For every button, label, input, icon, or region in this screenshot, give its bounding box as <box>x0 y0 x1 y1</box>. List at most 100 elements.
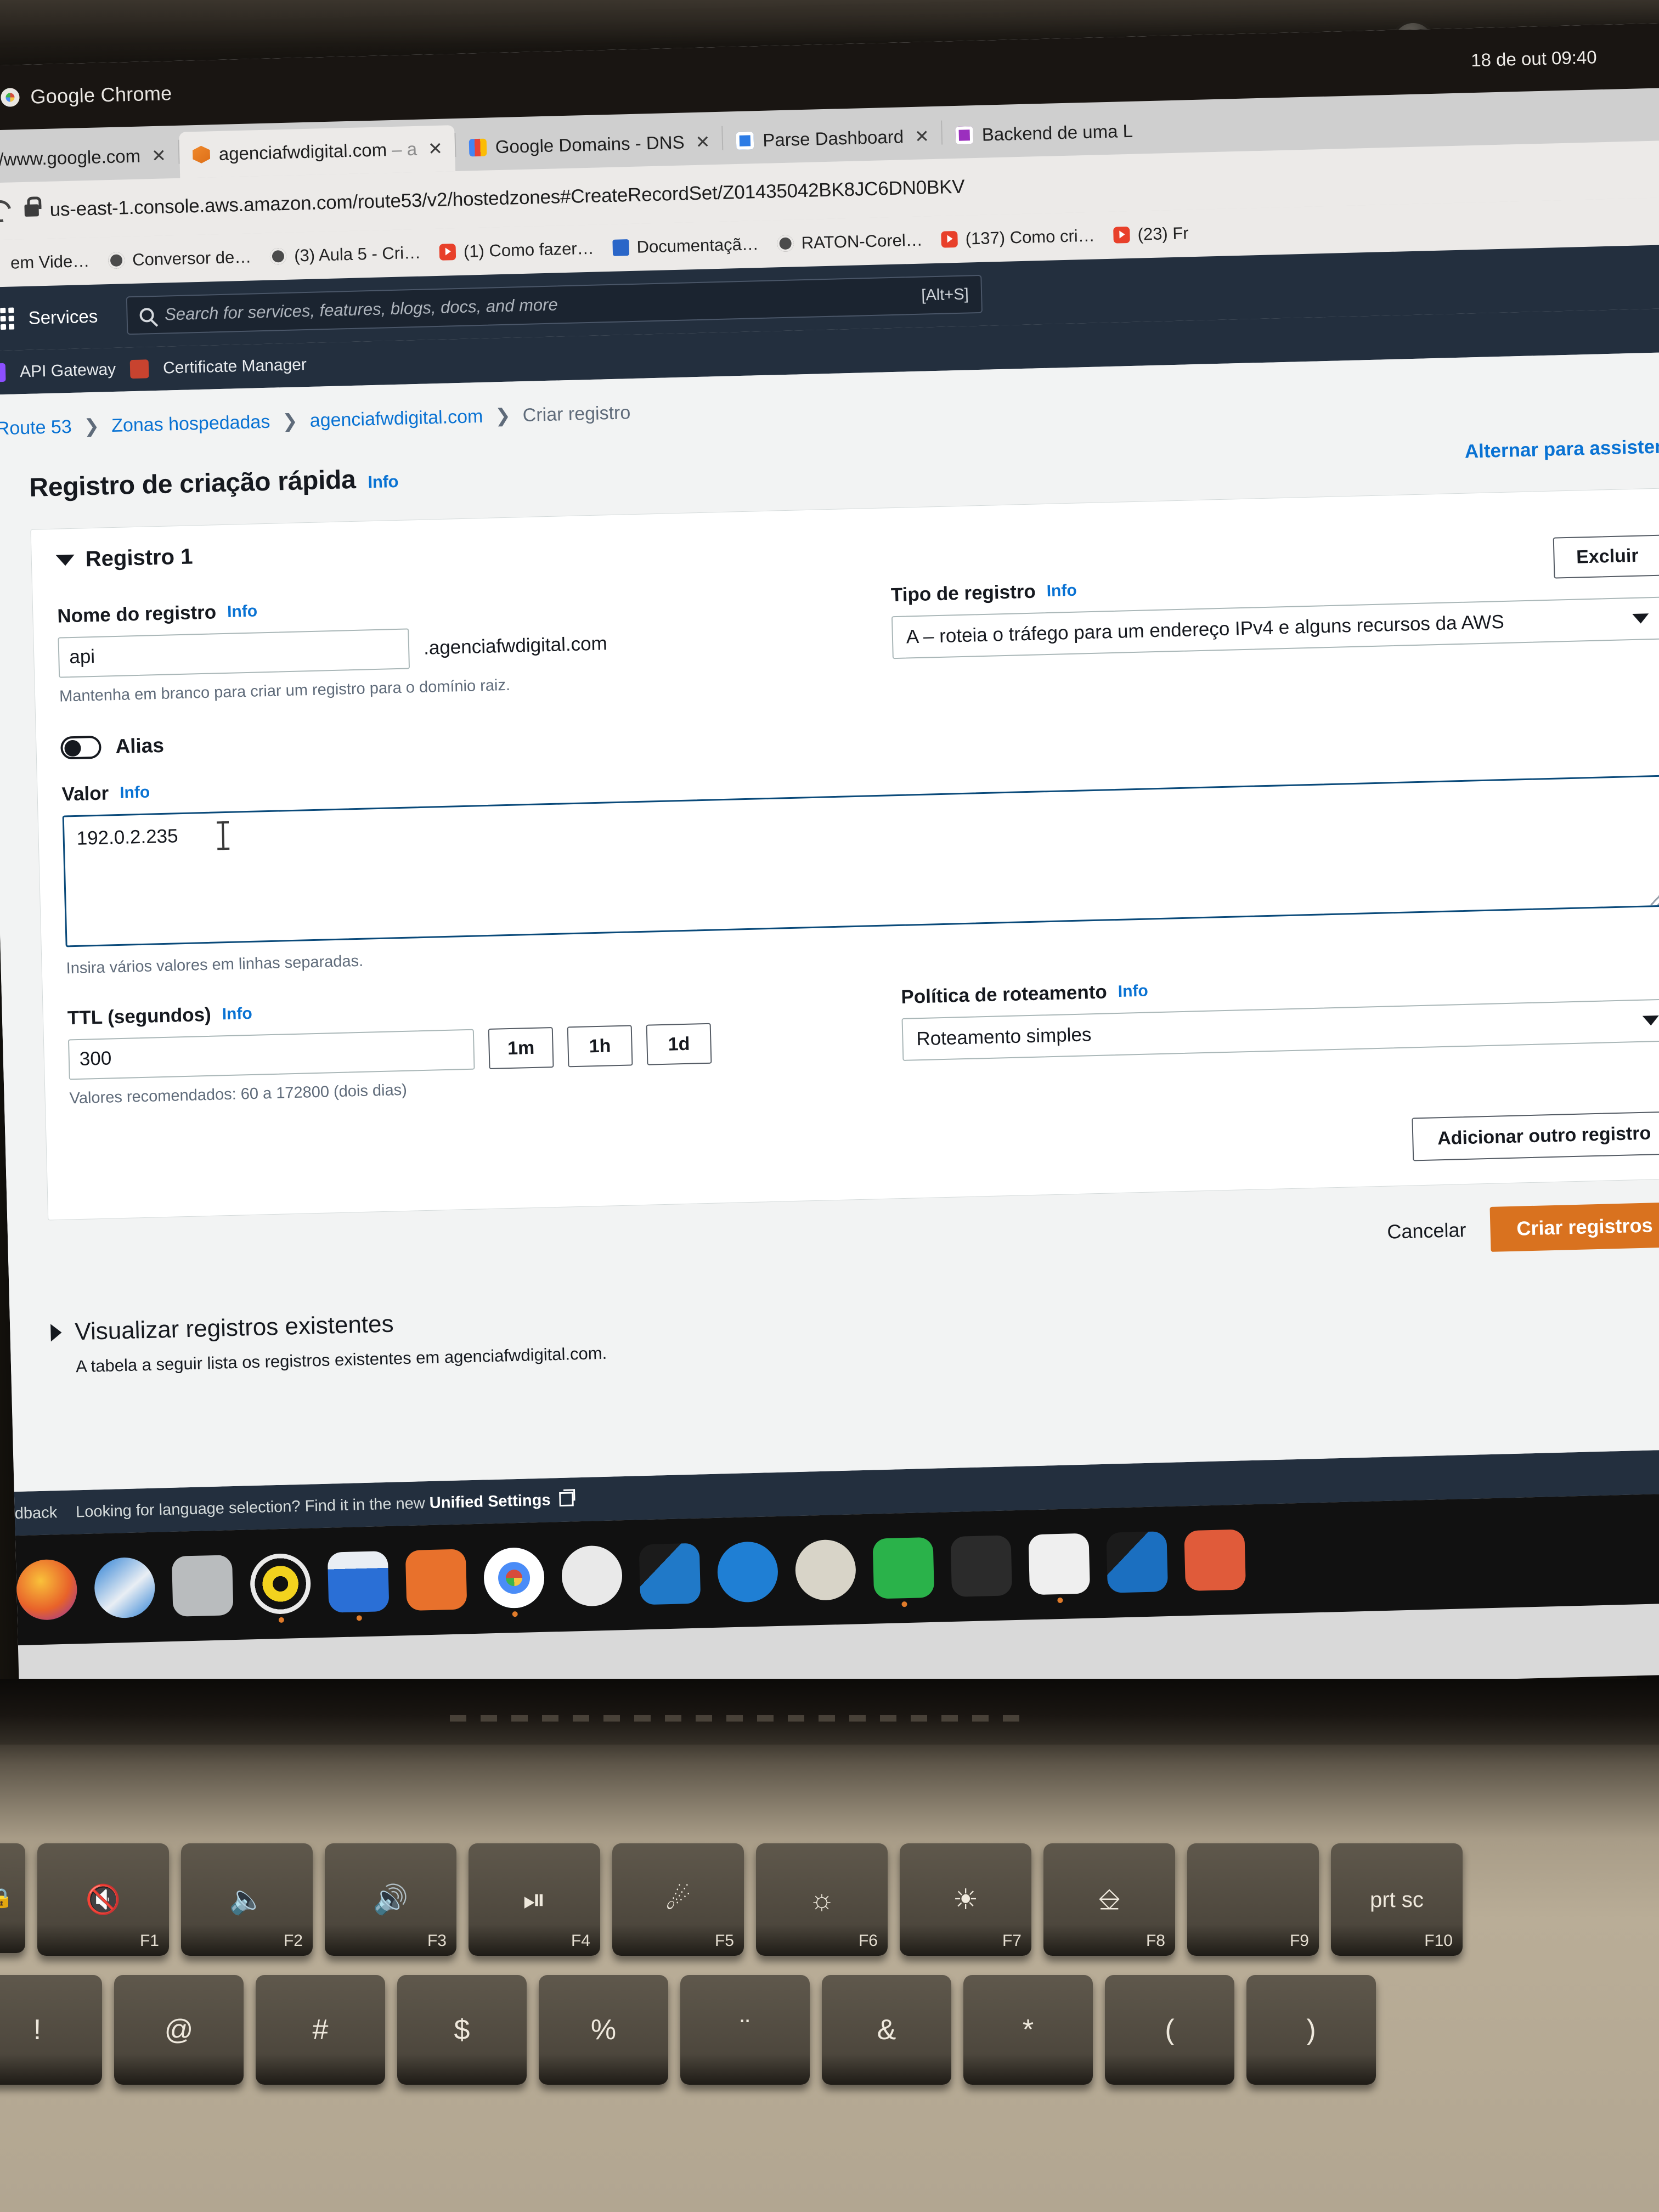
bookmark-item[interactable]: (137) Como cri… <box>941 226 1095 250</box>
key-f6[interactable]: ☼ F6 <box>756 1843 888 1956</box>
cancel-button[interactable]: Cancelar <box>1387 1218 1466 1244</box>
terminal-icon[interactable] <box>950 1535 1013 1597</box>
help-icon[interactable] <box>716 1541 779 1603</box>
record-type-select[interactable]: A – roteia o tráfego para um endereço IP… <box>891 596 1659 659</box>
key-f10[interactable]: prt sc F10 <box>1331 1843 1463 1956</box>
key-f1[interactable]: 🔇 F1 <box>37 1843 169 1956</box>
record-section-header[interactable]: Registro 1 <box>55 507 1659 573</box>
feedback-link[interactable]: dback <box>14 1504 57 1523</box>
key-6[interactable]: ¨ <box>680 1975 810 2085</box>
breadcrumb-item-domain[interactable]: agenciafwdigital.com <box>309 405 483 431</box>
record-name-input[interactable] <box>58 628 410 678</box>
brightness-up-icon: ☀ <box>952 1883 979 1916</box>
tab-close-icon[interactable]: ✕ <box>695 131 710 153</box>
create-records-button[interactable]: Criar registros <box>1489 1202 1659 1252</box>
thunderbird-icon[interactable] <box>93 1556 156 1619</box>
services-grid-icon[interactable] <box>0 307 15 330</box>
gimp-icon[interactable] <box>794 1539 857 1601</box>
browser-tab[interactable]: //www.google.com ✕ <box>0 132 179 183</box>
bookmark-item[interactable]: RATON-Corel… <box>777 230 923 254</box>
lock-icon: 🔒 <box>0 1888 14 1909</box>
alias-toggle[interactable] <box>60 735 102 760</box>
aws-search-bar[interactable]: Search for services, features, blogs, do… <box>126 274 983 335</box>
address-bar-url[interactable]: us-east-1.console.aws.amazon.com/route53… <box>49 176 965 221</box>
page-title-info-link[interactable]: Info <box>368 472 398 492</box>
chrome-icon[interactable] <box>483 1547 545 1617</box>
bookmark-item[interactable]: Documentaçã… <box>612 234 759 258</box>
appstore-icon[interactable] <box>405 1549 467 1611</box>
browser-tab[interactable]: Parse Dashboard ✕ <box>723 113 942 165</box>
alias-toggle-knob <box>64 740 81 757</box>
ttl-info-link[interactable]: Info <box>222 1005 252 1024</box>
figma-icon[interactable] <box>1184 1529 1246 1592</box>
browser-tab[interactable]: Backend de uma L <box>942 108 1146 159</box>
hinge-vents <box>450 1715 1026 1722</box>
key-8[interactable]: * <box>963 1975 1093 2085</box>
record-name-info-link[interactable]: Info <box>227 602 258 621</box>
tab-title: Parse Dashboard <box>762 126 904 150</box>
add-another-record-button[interactable]: Adicionar outro registro <box>1412 1111 1659 1161</box>
breadcrumb-item-hosted-zones[interactable]: Zonas hospedadas <box>111 411 270 436</box>
key-f4[interactable]: ⏯ F4 <box>469 1843 600 1956</box>
tab-close-icon[interactable]: ✕ <box>428 138 443 160</box>
browser-tab[interactable]: Google Domains - DNS ✕ <box>455 119 723 171</box>
tab-title: //www.google.com <box>0 145 141 170</box>
key-2[interactable]: @ <box>114 1975 244 2085</box>
aws-favorite-api-gateway[interactable]: API Gateway <box>20 360 116 381</box>
key-f8[interactable]: ⎒ F8 <box>1043 1843 1175 1956</box>
files-icon[interactable] <box>171 1555 234 1617</box>
vscode-icon[interactable] <box>639 1543 701 1605</box>
breadcrumb-item-route53[interactable]: Route 53 <box>0 416 72 439</box>
key-1[interactable]: ! <box>0 1975 102 2085</box>
key-f5[interactable]: ☄ F5 <box>612 1843 744 1956</box>
chevron-down-icon[interactable] <box>55 554 75 566</box>
unified-settings-link[interactable]: Unified Settings <box>429 1491 550 1512</box>
search-input[interactable]: Search for services, features, blogs, do… <box>165 286 911 324</box>
aws-console-page: Route 53 ❯ Zonas hospedadas ❯ agenciafwd… <box>0 351 1659 1492</box>
key-5[interactable]: % <box>539 1975 668 2085</box>
text-editor-icon[interactable] <box>1028 1533 1091 1604</box>
switch-to-wizard-link[interactable]: Alternar para assistente <box>1464 435 1659 462</box>
ttl-input[interactable] <box>67 1029 475 1080</box>
bookmark-item[interactable]: Conversor de… <box>108 247 252 271</box>
libreoffice-writer-icon[interactable] <box>327 1550 390 1621</box>
bookmark-item[interactable]: (23) Fr <box>1113 223 1189 245</box>
routing-policy-info-link[interactable]: Info <box>1118 982 1148 1001</box>
key-4[interactable]: $ <box>397 1975 527 2085</box>
key-f9[interactable]: F9 <box>1187 1843 1319 1956</box>
value-textarea[interactable] <box>62 775 1659 947</box>
rhythmbox-icon[interactable] <box>249 1553 312 1623</box>
delete-record-button[interactable]: Excluir <box>1553 534 1659 579</box>
key-f7[interactable]: ☀ F7 <box>900 1843 1031 1956</box>
key-9[interactable]: ( <box>1105 1975 1234 2085</box>
whatsapp-icon[interactable] <box>872 1537 935 1607</box>
key-glyph: # <box>312 2014 329 2046</box>
ttl-preset-1d[interactable]: 1d <box>646 1023 712 1065</box>
tab-close-icon[interactable]: ✕ <box>151 145 167 166</box>
tab-close-icon[interactable]: ✕ <box>915 126 930 147</box>
textarea-resize-handle[interactable] <box>1650 889 1659 906</box>
key-fn[interactable]: 🔒 <box>0 1843 25 1953</box>
value-info-link[interactable]: Info <box>120 783 150 803</box>
print-screen-icon: prt sc <box>1370 1887 1424 1912</box>
key-7[interactable]: & <box>822 1975 951 2085</box>
bookmark-item[interactable]: (1) Como fazer… <box>439 239 595 262</box>
browser-tab-active[interactable]: agenciafwdigital.com – a ✕ <box>178 125 455 178</box>
routing-policy-select[interactable]: Roteamento simples <box>901 998 1659 1061</box>
bookmark-item[interactable]: em Vide… <box>0 251 90 274</box>
reload-icon[interactable] <box>0 196 15 227</box>
bookmark-item[interactable]: (3) Aula 5 - Cri… <box>269 243 421 267</box>
firefox-icon[interactable] <box>15 1559 78 1621</box>
chevron-right-icon[interactable] <box>50 1323 62 1342</box>
key-f2[interactable]: 🔈 F2 <box>181 1843 313 1956</box>
inkscape-icon[interactable] <box>561 1545 623 1607</box>
key-f3[interactable]: 🔊 F3 <box>325 1843 456 1956</box>
aws-favorite-certificate-manager[interactable]: Certificate Manager <box>163 356 307 378</box>
record-type-info-link[interactable]: Info <box>1046 582 1077 601</box>
ttl-preset-1m[interactable]: 1m <box>488 1027 554 1070</box>
vscode-insiders-icon[interactable] <box>1106 1531 1169 1593</box>
key-0[interactable]: ) <box>1246 1975 1376 2085</box>
key-3[interactable]: # <box>256 1975 385 2085</box>
ttl-preset-1h[interactable]: 1h <box>567 1025 633 1068</box>
services-menu-label[interactable]: Services <box>28 306 98 329</box>
